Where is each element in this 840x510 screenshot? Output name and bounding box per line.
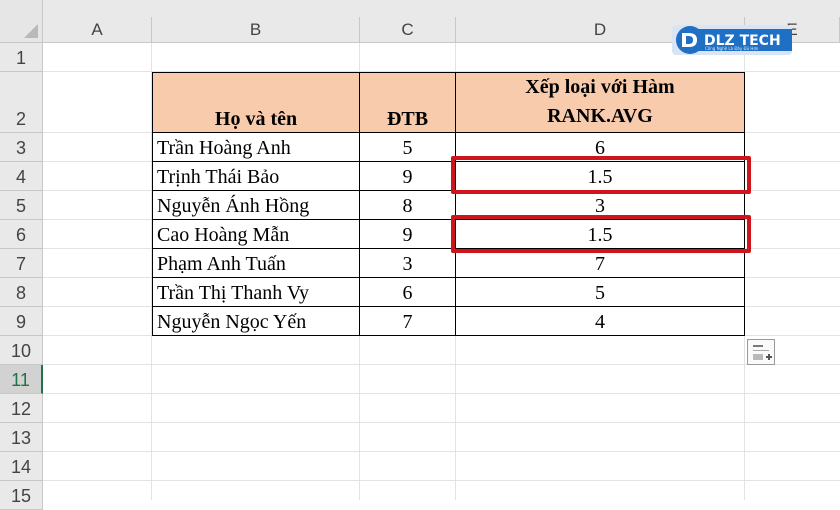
spreadsheet: A B C D E 1 2 3 4 5 6 7 8 9 10 11 12 13 … <box>0 0 840 510</box>
score-cell[interactable]: 7 <box>360 307 456 336</box>
gridline <box>43 480 840 481</box>
toolbar-strip <box>43 0 840 17</box>
column-header-a[interactable]: A <box>43 17 152 43</box>
row-header-8[interactable]: 8 <box>0 278 43 307</box>
header-score-cell[interactable]: ĐTB <box>360 73 456 133</box>
header-rank-line2: RANK.AVG <box>547 105 653 127</box>
name-cell[interactable]: Cao Hoàng Mẫn <box>153 220 360 249</box>
highlight-box <box>451 156 751 194</box>
row-header-14[interactable]: 14 <box>0 452 43 481</box>
name-cell[interactable]: Trần Hoàng Anh <box>153 133 360 162</box>
row-header-12[interactable]: 12 <box>0 394 43 423</box>
row-header-4[interactable]: 4 <box>0 162 43 191</box>
score-cell[interactable]: 6 <box>360 278 456 307</box>
score-cell[interactable]: 9 <box>360 220 456 249</box>
score-cell[interactable]: 5 <box>360 133 456 162</box>
name-cell[interactable]: Trịnh Thái Bảo <box>153 162 360 191</box>
rank-cell[interactable]: 5 <box>456 278 745 307</box>
name-cell[interactable]: Nguyễn Ngọc Yến <box>153 307 360 336</box>
row-header-1[interactable]: 1 <box>0 43 43 72</box>
rank-cell[interactable]: 4 <box>456 307 745 336</box>
header-rank-cell[interactable]: Xếp loại với Hàm RANK.AVG <box>456 73 745 133</box>
quick-analysis-icon[interactable] <box>747 339 775 365</box>
gridline <box>43 364 840 365</box>
row-header-10[interactable]: 10 <box>0 336 43 365</box>
row-header-7[interactable]: 7 <box>0 249 43 278</box>
gridline <box>43 393 840 394</box>
gridline <box>43 422 840 423</box>
header-name-cell[interactable]: Họ và tên <box>153 73 360 133</box>
dlz-tech-logo: DLZ TECH Công Nghệ Là Đây Đủ Hơn <box>672 23 792 59</box>
row-header-9[interactable]: 9 <box>0 307 43 336</box>
name-cell[interactable]: Trần Thị Thanh Vy <box>153 278 360 307</box>
name-cell[interactable]: Phạm Anh Tuấn <box>153 249 360 278</box>
name-cell[interactable]: Nguyễn Ánh Hồng <box>153 191 360 220</box>
row-header-13[interactable]: 13 <box>0 423 43 452</box>
row-header-6[interactable]: 6 <box>0 220 43 249</box>
row-header-15[interactable]: 15 <box>0 481 43 510</box>
rank-cell[interactable]: 7 <box>456 249 745 278</box>
gridline <box>43 451 840 452</box>
row-header-5[interactable]: 5 <box>0 191 43 220</box>
row-header-3[interactable]: 3 <box>0 133 43 162</box>
column-header-b[interactable]: B <box>152 17 360 43</box>
header-rank-line1: Xếp loại với Hàm <box>525 76 675 98</box>
row-header-11[interactable]: 11 <box>0 365 43 394</box>
score-cell[interactable]: 9 <box>360 162 456 191</box>
score-cell[interactable]: 8 <box>360 191 456 220</box>
highlight-box <box>451 215 751 253</box>
score-cell[interactable]: 3 <box>360 249 456 278</box>
column-header-c[interactable]: C <box>360 17 456 43</box>
row-header-2[interactable]: 2 <box>0 72 43 133</box>
logo-tagline: Công Nghệ Là Đây Đủ Hơn <box>705 46 759 51</box>
select-all-button[interactable] <box>0 0 43 43</box>
